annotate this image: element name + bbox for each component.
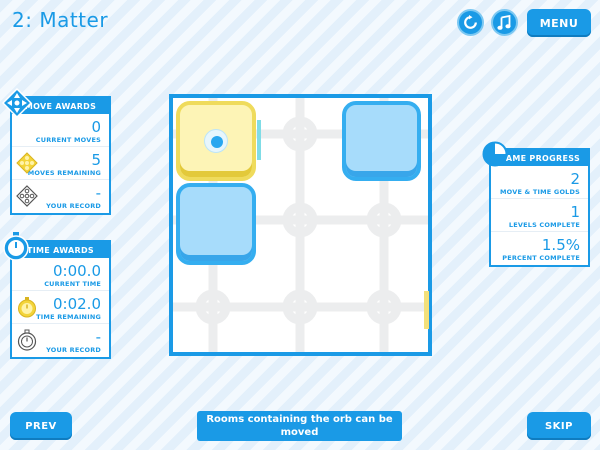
- outline-stopwatch-icon: [17, 329, 37, 351]
- current-time-value: 0:00.0: [53, 262, 101, 280]
- golds-value: 2: [570, 170, 580, 188]
- time-record-row: - YOUR RECORD: [12, 324, 109, 357]
- stopwatch-icon: [3, 232, 29, 261]
- gold-stopwatch-icon: [18, 297, 36, 318]
- golds-row: 2 MOVE & TIME GOLDS: [491, 166, 588, 199]
- moves-remaining-row: 5 MOVES REMAINING: [12, 147, 109, 180]
- exit-door: [424, 291, 429, 329]
- restart-icon: [464, 15, 477, 29]
- room[interactable]: [342, 101, 421, 181]
- move-record-row: - YOUR RECORD: [12, 180, 109, 213]
- level-title: 2: Matter: [12, 8, 109, 32]
- percent-value: 1.5%: [541, 236, 580, 254]
- outline-medal-icon: [16, 185, 38, 207]
- progress-pie-icon: [482, 141, 508, 167]
- current-moves-label: CURRENT MOVES: [35, 136, 101, 144]
- orb: [204, 129, 228, 153]
- room-with-orb[interactable]: [176, 101, 256, 181]
- levels-label: LEVELS COMPLETE: [508, 221, 580, 229]
- skip-button[interactable]: SKIP: [527, 412, 591, 440]
- current-moves-row: 0 CURRENT MOVES: [12, 114, 109, 147]
- golds-label: MOVE & TIME GOLDS: [500, 188, 580, 196]
- percent-label: PERCENT COMPLETE: [502, 254, 580, 262]
- time-remaining-row: 0:02.0 TIME REMAINING: [12, 291, 109, 324]
- music-note-icon: [497, 14, 511, 30]
- room[interactable]: [176, 183, 256, 265]
- gold-medal-icon: [16, 152, 38, 174]
- restart-button[interactable]: [457, 9, 484, 36]
- levels-row: 1 LEVELS COMPLETE: [491, 199, 588, 232]
- prev-button[interactable]: PREV: [10, 412, 72, 440]
- room-door: [257, 120, 261, 160]
- current-time-label: CURRENT TIME: [44, 280, 101, 288]
- current-time-row: 0:00.0 CURRENT TIME: [12, 258, 109, 291]
- game-board: [169, 94, 432, 356]
- move-compass-icon: [2, 88, 32, 118]
- menu-button[interactable]: MENU: [527, 9, 591, 37]
- levels-value: 1: [570, 203, 580, 221]
- percent-row: 1.5% PERCENT COMPLETE: [491, 232, 588, 265]
- hint-text: Rooms containing the orb can be moved: [197, 411, 402, 441]
- music-toggle-button[interactable]: [491, 9, 518, 36]
